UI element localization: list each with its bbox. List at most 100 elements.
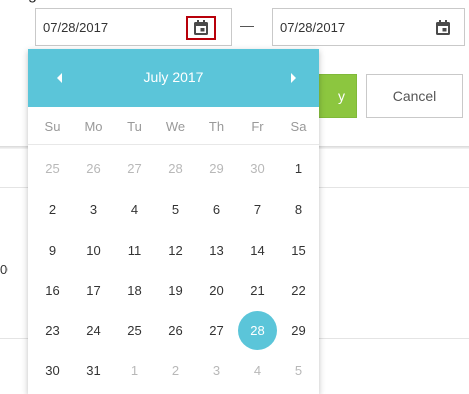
calendar-day-label: 1 — [294, 161, 303, 176]
calendar-day[interactable]: 4 — [114, 190, 155, 229]
calendar-day-label: 29 — [209, 161, 224, 176]
calendar-day-label: 27 — [209, 323, 224, 338]
calendar-day-label: 26 — [168, 323, 183, 338]
calendar-day[interactable]: 27 — [196, 311, 237, 350]
calendar-day[interactable]: 30 — [32, 351, 73, 390]
calendar-day-label: 15 — [291, 243, 306, 258]
calendar-day[interactable]: 2 — [155, 351, 196, 390]
weekday-label: Sa — [290, 119, 307, 134]
calendar-day-label: 14 — [250, 243, 265, 258]
calendar-day[interactable]: 14 — [237, 231, 278, 270]
prev-month-button[interactable] — [40, 49, 80, 107]
start-date-value[interactable]: 07/28/2017 — [43, 20, 108, 35]
calendar-day[interactable]: 11 — [114, 231, 155, 270]
calendar-day[interactable]: 29 — [196, 149, 237, 188]
next-month-button[interactable] — [273, 49, 313, 107]
cancel-button-label: Cancel — [392, 88, 437, 104]
calendar-day-label: 4 — [130, 202, 139, 217]
calendar-day[interactable]: 27 — [114, 149, 155, 188]
calendar-day-label: 2 — [171, 363, 180, 378]
cancel-button[interactable]: Cancel — [366, 74, 463, 118]
calendar-day[interactable]: 16 — [32, 271, 73, 310]
end-date-field[interactable]: 07/28/2017 — [272, 8, 465, 46]
calendar-day[interactable]: 9 — [32, 231, 73, 270]
calendar-day-label: 10 — [86, 243, 101, 258]
calendar-day[interactable]: 26 — [155, 311, 196, 350]
calendar-day[interactable]: 31 — [73, 351, 114, 390]
calendar-day[interactable]: 5 — [278, 351, 319, 390]
calendar-day[interactable]: 7 — [237, 190, 278, 229]
weekday-label: We — [165, 119, 186, 134]
calendar-day-label: 3 — [212, 363, 221, 378]
calendar-day-label: 17 — [86, 283, 101, 298]
calendar-day[interactable]: 18 — [114, 271, 155, 310]
calendar-day[interactable]: 28 — [155, 149, 196, 188]
calendar-day-label: 5 — [294, 363, 303, 378]
date-range-separator — [240, 26, 254, 27]
calendar-day-label: 5 — [171, 202, 180, 217]
calendar-day[interactable]: 25 — [114, 311, 155, 350]
calendar-day-label: 24 — [86, 323, 101, 338]
calendar-day-label: 6 — [212, 202, 221, 217]
background-value-text: 00 — [0, 262, 8, 277]
calendar-day-label: 18 — [127, 283, 142, 298]
calendar-day[interactable]: 21 — [237, 271, 278, 310]
calendar-day-label: 30 — [45, 363, 60, 378]
calendar-day-label: 22 — [291, 283, 306, 298]
calendar-day-label: 21 — [250, 283, 265, 298]
calendar-icon — [194, 20, 208, 35]
calendar-day[interactable]: 22 — [278, 271, 319, 310]
calendar-day-label: 30 — [250, 161, 265, 176]
calendar-day-label: 29 — [291, 323, 306, 338]
calendar-day[interactable]: 5 — [155, 190, 196, 229]
calendar-day-label: 25 — [45, 161, 60, 176]
calendar-day[interactable]: 8 — [278, 190, 319, 229]
calendar-day[interactable]: 30 — [237, 149, 278, 188]
calendar-day-label: 28 — [250, 323, 265, 338]
calendar-day-label: 26 — [86, 161, 101, 176]
calendar-day[interactable]: 20 — [196, 271, 237, 310]
calendar-day[interactable]: 1 — [114, 351, 155, 390]
calendar-day-label: 20 — [209, 283, 224, 298]
end-calendar-button[interactable] — [428, 16, 458, 40]
calendar-day[interactable]: 26 — [73, 149, 114, 188]
calendar-day-label: 16 — [45, 283, 60, 298]
calendar-day-label: 9 — [48, 243, 57, 258]
calendar-day-label: 13 — [209, 243, 224, 258]
calendar-day[interactable]: 6 — [196, 190, 237, 229]
weekday-label: Th — [208, 119, 225, 134]
calendar-day[interactable]: 13 — [196, 231, 237, 270]
month-title[interactable]: July 2017 — [108, 69, 239, 85]
calendar-day[interactable]: 25 — [32, 149, 73, 188]
calendar-day[interactable]: 1 — [278, 149, 319, 188]
calendar-day-label: 2 — [48, 202, 57, 217]
calendar-day[interactable]: 10 — [73, 231, 114, 270]
calendar-day[interactable]: 4 — [237, 351, 278, 390]
weekday-label: Su — [44, 119, 61, 134]
chevron-right-icon — [291, 73, 296, 83]
calendar-day[interactable]: 29 — [278, 311, 319, 350]
calendar-icon — [436, 20, 450, 35]
calendar-day[interactable]: 19 — [155, 271, 196, 310]
start-calendar-button[interactable] — [186, 16, 216, 40]
weekday-label: Fr — [251, 119, 264, 134]
calendar-day-selected[interactable]: 28 — [237, 311, 278, 350]
calendar-day-label: 25 — [127, 323, 142, 338]
weekday-label: Mo — [84, 119, 103, 134]
calendar-day[interactable]: 23 — [32, 311, 73, 350]
end-date-value[interactable]: 07/28/2017 — [280, 20, 345, 35]
calendar-day[interactable]: 3 — [196, 351, 237, 390]
apply-button-label: y — [338, 88, 345, 104]
chevron-left-icon — [57, 73, 62, 83]
calendar-day[interactable]: 2 — [32, 190, 73, 229]
calendar-day[interactable]: 15 — [278, 231, 319, 270]
calendar-day[interactable]: 24 — [73, 311, 114, 350]
calendar-day-label: 19 — [168, 283, 183, 298]
datepicker-header: July 2017 — [28, 49, 319, 107]
start-date-field[interactable]: 07/28/2017 — [35, 8, 232, 46]
calendar-day-label: 27 — [127, 161, 142, 176]
calendar-day[interactable]: 3 — [73, 190, 114, 229]
calendar-day-label: 23 — [45, 323, 60, 338]
calendar-day[interactable]: 17 — [73, 271, 114, 310]
calendar-day[interactable]: 12 — [155, 231, 196, 270]
